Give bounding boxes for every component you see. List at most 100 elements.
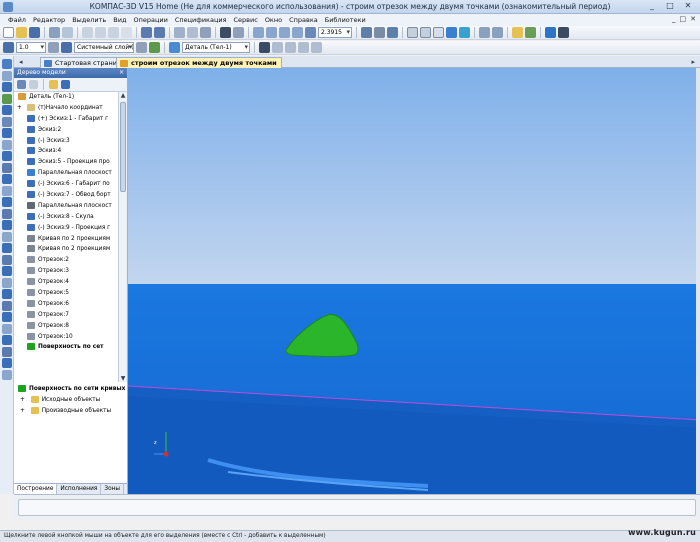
zoom-scale-icon[interactable]	[305, 27, 316, 38]
tab-versions[interactable]: Исполнения	[57, 484, 102, 494]
tool-trim-icon[interactable]	[1, 277, 12, 288]
tool-patch-icon[interactable]	[1, 266, 12, 276]
tree-item[interactable]: Отрезок:3	[14, 266, 118, 277]
hidden-lines-icon[interactable]	[420, 27, 431, 38]
cursor-snap-icon[interactable]	[3, 42, 14, 53]
shaded-icon[interactable]	[446, 27, 457, 38]
tool-loft-icon[interactable]	[1, 105, 12, 115]
tool-plane-icon[interactable]	[1, 208, 12, 219]
favorites-icon[interactable]	[545, 27, 556, 38]
tree-order-icon[interactable]	[29, 80, 38, 89]
doc-restore-button[interactable]: □	[680, 15, 687, 23]
tree-item[interactable]: Деталь (Тел-1)	[14, 92, 118, 103]
tabs-scroll-right-icon[interactable]: ▸	[691, 58, 695, 66]
context-help-icon[interactable]	[220, 27, 231, 38]
panel-close-icon[interactable]: ×	[119, 68, 124, 78]
part-icon[interactable]	[169, 42, 180, 53]
tool-measure-icon[interactable]	[1, 300, 12, 311]
tree-item[interactable]: Отрезок:8	[14, 321, 118, 332]
tree-item[interactable]: (-) Эскиз:6 - Габарит по	[14, 179, 118, 190]
maximize-button[interactable]: □	[662, 1, 678, 12]
curves-toolbar-icon[interactable]	[272, 42, 283, 53]
tool-hole-icon[interactable]	[1, 162, 12, 173]
new-document-icon[interactable]	[3, 27, 14, 38]
tree-item[interactable]: Отрезок:10	[14, 332, 118, 343]
visibility-icon[interactable]	[149, 42, 160, 53]
variables-icon[interactable]	[174, 27, 185, 38]
tree-structure-icon[interactable]	[17, 80, 26, 89]
expand-icon[interactable]: +	[20, 408, 25, 414]
tool-section-icon[interactable]	[1, 312, 12, 322]
filters-icon[interactable]	[492, 27, 503, 38]
tree-item[interactable]: Эскиз:2	[14, 125, 118, 136]
tree-item-derived-objects[interactable]: + Производные объекты	[14, 406, 127, 417]
tool-library-icon[interactable]	[1, 369, 12, 380]
scale-combo[interactable]: 1.0	[16, 42, 46, 53]
tree-item[interactable]: Отрезок:5	[14, 288, 118, 299]
tree-item[interactable]: Эскиз:4	[14, 146, 118, 157]
tool-array-icon[interactable]	[1, 185, 12, 196]
tree-item[interactable]: Отрезок:2	[14, 255, 118, 266]
tree-item[interactable]: Отрезок:6	[14, 299, 118, 310]
tool-spline-icon[interactable]	[1, 243, 12, 253]
tool-stitch-icon[interactable]	[1, 289, 12, 299]
doc-minimize-button[interactable]: _	[672, 15, 676, 23]
tool-extrude-icon[interactable]	[1, 82, 12, 92]
expand-icon[interactable]: +	[17, 103, 22, 114]
tree-item[interactable]: Параллельная плоскост	[14, 201, 118, 212]
tool-designation-icon[interactable]	[1, 335, 12, 345]
zoom-window-icon[interactable]	[279, 27, 290, 38]
layer-combo[interactable]: Системный слой (0)	[74, 42, 134, 53]
doc-manager-icon[interactable]	[558, 27, 569, 38]
cut-icon[interactable]	[82, 27, 93, 38]
tabs-scroll-left-icon[interactable]: ◂	[19, 58, 23, 66]
tree-item[interactable]: Эскиз:5 - Проекция про	[14, 157, 118, 168]
open-folder-icon[interactable]	[16, 27, 27, 38]
measure-toolbar-icon[interactable]	[298, 42, 309, 53]
tool-spec-icon[interactable]	[1, 346, 12, 357]
menu-edit[interactable]: Редактор	[33, 16, 65, 24]
tab-current-document[interactable]: строим отрезок между двумя точками	[116, 57, 282, 68]
tree-item[interactable]: (-) Эскиз:7 - Обвод борт	[14, 190, 118, 201]
scroll-thumb[interactable]	[120, 102, 126, 192]
tree-item-selected-operation[interactable]: Поверхность по сети кривых	[14, 384, 127, 395]
redo-icon[interactable]	[154, 27, 165, 38]
tree-item[interactable]: + (т)Начало координат	[14, 103, 118, 114]
thin-lines-icon[interactable]	[433, 27, 444, 38]
minimize-button[interactable]: _	[644, 1, 660, 12]
zoom-out-icon[interactable]	[266, 27, 277, 38]
tree-item-source-objects[interactable]: + Исходные объекты	[14, 395, 127, 406]
tree-item[interactable]: (-) Эскиз:8 - Скула	[14, 212, 118, 223]
tree-item[interactable]: Отрезок:4	[14, 277, 118, 288]
tree-item[interactable]: (+) Эскиз:1 - Габарит г	[14, 114, 118, 125]
perspective-icon[interactable]	[479, 27, 490, 38]
tool-rib-icon[interactable]	[1, 174, 12, 184]
format-icon[interactable]	[121, 27, 132, 38]
menu-file[interactable]: Файл	[8, 16, 26, 24]
tab-zones[interactable]: Зоны	[101, 484, 124, 494]
tree-item[interactable]: Параллельная плоскост	[14, 168, 118, 179]
tree-item[interactable]: Кривая по 2 проекциям	[14, 244, 118, 255]
save-icon[interactable]	[29, 27, 40, 38]
zoom-in-icon[interactable]	[253, 27, 264, 38]
tree-item[interactable]: Поверхность по сет	[14, 342, 118, 353]
menu-service[interactable]: Сервис	[234, 16, 258, 24]
menu-window[interactable]: Окно	[265, 16, 282, 24]
close-button[interactable]: ✕	[680, 1, 696, 12]
wireframe-icon[interactable]	[407, 27, 418, 38]
tree-relations-icon[interactable]	[61, 80, 70, 89]
tree-item[interactable]: Отрезок:7	[14, 310, 118, 321]
tree-filter-icon[interactable]	[49, 80, 58, 89]
menu-help[interactable]: Справка	[289, 16, 318, 24]
part-combo[interactable]: Деталь (Тел-1)	[182, 42, 250, 53]
tool-chamfer-icon[interactable]	[1, 139, 12, 150]
tree-item[interactable]: (-) Эскиз:3	[14, 136, 118, 147]
tree-icon[interactable]	[200, 27, 211, 38]
tool-axis-icon[interactable]	[1, 220, 12, 230]
tool-sketch-icon[interactable]	[1, 70, 12, 81]
tree-item[interactable]: (-) Эскиз:9 - Проекция г	[14, 223, 118, 234]
tool-curve-icon[interactable]	[1, 231, 12, 242]
expand-icon[interactable]: +	[20, 397, 25, 403]
menu-libraries[interactable]: Библиотеки	[325, 16, 366, 24]
managers-icon[interactable]	[233, 27, 244, 38]
